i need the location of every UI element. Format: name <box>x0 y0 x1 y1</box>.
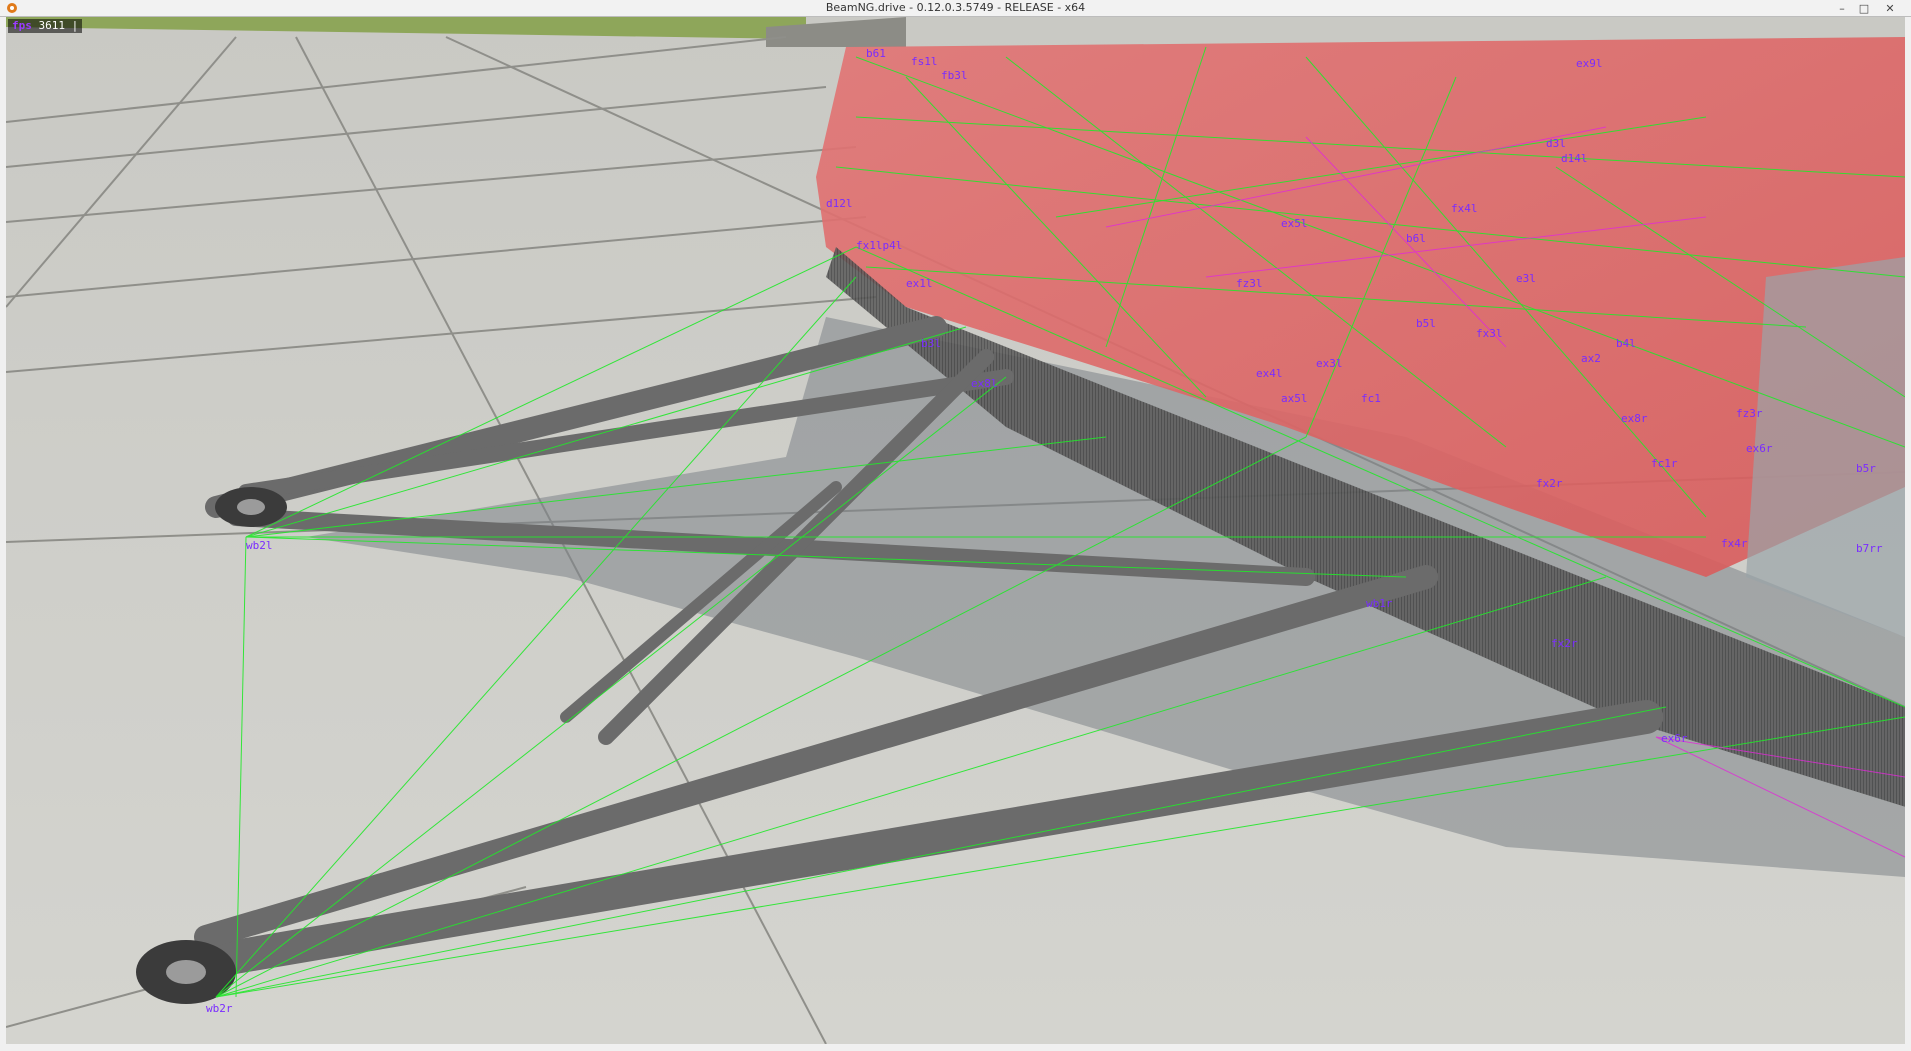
node-label: b6l <box>1406 232 1426 245</box>
fps-label: fps <box>12 19 32 32</box>
fps-value: 3611 <box>38 19 66 32</box>
node-label: fx2r <box>1536 477 1563 490</box>
node-label: ex4l <box>1256 367 1283 380</box>
close-button[interactable]: ✕ <box>1879 0 1901 16</box>
node-label: b3l <box>921 337 941 350</box>
app-window: BeamNG.drive - 0.12.0.3.5749 - RELEASE -… <box>0 0 1911 1051</box>
node-label: b61 <box>866 47 886 60</box>
node-label: fx3l <box>1476 327 1503 340</box>
node-label: fz3l <box>1236 277 1263 290</box>
node-label: fx4l <box>1451 202 1478 215</box>
node-label: ex6r <box>1661 732 1688 745</box>
maximize-button[interactable]: □ <box>1853 0 1875 16</box>
node-label: d14l <box>1561 152 1588 165</box>
fps-counter: fps 3611 | <box>8 19 83 33</box>
node-label: d3l <box>1546 137 1566 150</box>
node-label: d12l <box>826 197 853 210</box>
game-viewport[interactable]: b61 fs1l fb3l ex9l d12l fx1lp4l ex1l d3l d14l fx4… <box>6 17 1905 1044</box>
node-label: fx1lp4l <box>856 239 902 252</box>
node-label: b5r <box>1856 462 1876 475</box>
node-label: fs1l <box>911 55 938 68</box>
node-label: b5l <box>1416 317 1436 330</box>
node-label: ex9l <box>1576 57 1603 70</box>
node-label: wb2r <box>206 1002 233 1015</box>
node-label: fb3l <box>941 69 968 82</box>
node-label: fx4r <box>1721 537 1748 550</box>
title-bar[interactable]: BeamNG.drive - 0.12.0.3.5749 - RELEASE -… <box>0 0 1911 17</box>
node-label: ax2 <box>1581 352 1601 365</box>
node-label: wb1r <box>1366 597 1393 610</box>
node-label: ex5l <box>1281 217 1308 230</box>
node-label: fz3r <box>1736 407 1763 420</box>
window-frame-right <box>1905 17 1911 1044</box>
node-label: ex3l <box>1316 357 1343 370</box>
node-label: ex8l <box>971 377 998 390</box>
wheel-rear-hub <box>166 960 206 984</box>
node-label: ax5l <box>1281 392 1308 405</box>
node-label: b7rr <box>1856 542 1883 555</box>
node-label: fc1 <box>1361 392 1381 405</box>
node-label: ex8r <box>1621 412 1648 425</box>
window-frame-bottom <box>0 1044 1911 1051</box>
node-label: ex6r <box>1746 442 1773 455</box>
wheel-front-hub <box>237 499 265 515</box>
node-label: b4l <box>1616 337 1636 350</box>
console-cursor: | <box>71 19 79 32</box>
node-label: wb2l <box>246 539 273 552</box>
debug-scene[interactable]: b61 fs1lfb3l ex9l d12l fx1lp4l ex1l d3l d14l fx4… <box>6 17 1905 1044</box>
minimize-button[interactable]: – <box>1831 0 1853 16</box>
node-label: fc1r <box>1651 457 1678 470</box>
node-label: ex1l <box>906 277 933 290</box>
node-label: fx2r <box>1551 637 1578 650</box>
window-title: BeamNG.drive - 0.12.0.3.5749 - RELEASE -… <box>825 1 1086 14</box>
node-label: e3l <box>1516 272 1536 285</box>
